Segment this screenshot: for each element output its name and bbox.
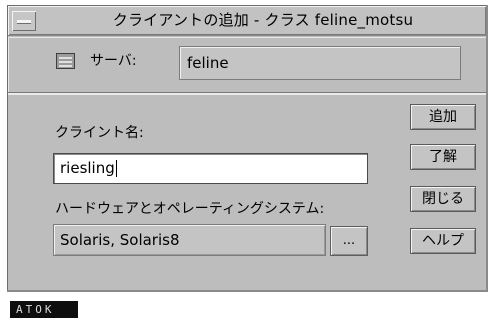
window-border-bottom bbox=[7, 290, 488, 292]
window-menu-button[interactable] bbox=[12, 11, 36, 31]
section-divider bbox=[8, 93, 486, 95]
window-title: クライアントの追加 - クラス feline_motsu bbox=[112, 11, 414, 29]
add-button[interactable]: 追加 bbox=[410, 104, 476, 130]
window-border-right bbox=[486, 5, 488, 292]
hardware-os-label: ハードウェアとオペレーティングシステム: bbox=[55, 201, 325, 217]
server-label: サーバ: bbox=[90, 53, 137, 69]
close-button[interactable]: 閉じる bbox=[410, 186, 476, 212]
help-button[interactable]: ヘルプ bbox=[410, 228, 476, 254]
server-field: feline bbox=[179, 46, 461, 80]
window-menu-icon bbox=[17, 20, 31, 23]
server-icon bbox=[56, 53, 75, 69]
text-cursor bbox=[115, 160, 117, 177]
client-name-input[interactable]: riesling bbox=[53, 153, 368, 184]
ok-button[interactable]: 了解 bbox=[410, 144, 476, 170]
browse-os-button[interactable]: ... bbox=[330, 226, 368, 256]
hardware-os-field: Solaris, Solaris8 bbox=[53, 224, 326, 256]
client-name-value: riesling bbox=[60, 159, 115, 177]
client-name-label: クライント名: bbox=[55, 125, 144, 141]
input-method-indicator: ATOK bbox=[10, 301, 78, 318]
